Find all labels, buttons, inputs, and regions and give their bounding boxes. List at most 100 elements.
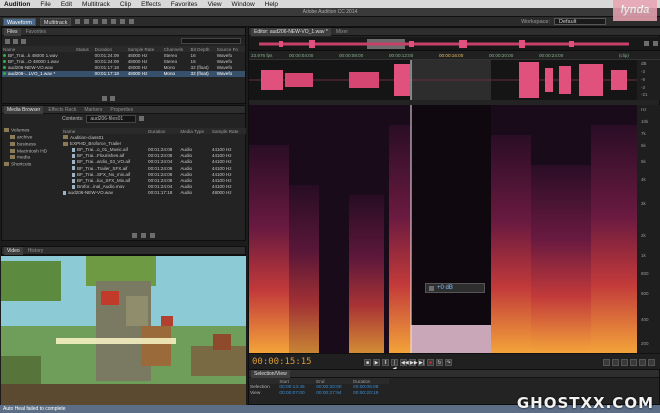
media-table: Name Duration Media Type Sample Rate Aud… <box>62 128 246 196</box>
list-item[interactable]: BF_Trai...o_01_Music.aif 00:01:24:08 Audio… <box>62 146 246 152</box>
play-button[interactable]: ▶ <box>373 359 380 366</box>
import-file-icon[interactable] <box>13 38 18 44</box>
go-to-start-button[interactable]: |◀ <box>391 359 398 372</box>
list-item[interactable]: BF_Trai...SFX_No_mix.aif 00:01:24:08 Audio… <box>62 171 246 177</box>
menu-effects[interactable]: Effects <box>141 1 161 8</box>
audio-file-icon <box>72 147 75 152</box>
tab-files[interactable]: Files <box>4 27 21 36</box>
tab-media-browser[interactable]: Media Browser <box>4 105 44 114</box>
rewind-button[interactable]: ◀◀ <box>400 359 409 366</box>
editor-panel: Editor: aud206-NEW-VO_1.wav * Mixer 23.9… <box>248 27 660 372</box>
tab-editor[interactable]: Editor: aud206-NEW-VO_1.wav * <box>251 27 331 36</box>
menu-multitrack[interactable]: Multitrack <box>82 1 110 8</box>
loop-preview-icon[interactable] <box>110 96 115 101</box>
contents-label: Contents: <box>62 115 84 122</box>
list-item[interactable]: BF_Trai...ardio_03_VO.aif 00:01:24:04 Audi… <box>62 159 246 165</box>
menu-window[interactable]: Window <box>232 1 255 8</box>
toolbar: Waveform Multitrack Workspace: Default <box>0 17 660 27</box>
time-ruler[interactable]: 23.976 fps 00:00:04:00 00:00:08:00 00:00… <box>249 51 660 60</box>
tree-item-macintosh-hd[interactable]: Macintosh HD <box>4 148 60 156</box>
view-duration[interactable]: 00:00:20:19 <box>352 390 389 396</box>
zoom-in-icon[interactable] <box>653 41 658 46</box>
tree-item-media[interactable]: media <box>4 155 60 162</box>
zoom-out-time-icon[interactable] <box>630 359 637 366</box>
ruler-mark: 00:00:04:00 <box>289 53 314 58</box>
list-item[interactable]: BF_Trai...lux_SFX_Mix.aif 00:01:24:08 Audi… <box>62 177 246 183</box>
zoom-full-icon[interactable] <box>639 359 646 366</box>
clip-label: (clip) <box>619 53 629 58</box>
menu-clip[interactable]: Clip <box>120 1 131 8</box>
files-panel: Files Favorites Name Status Duration Sam… <box>1 27 246 104</box>
tab-history[interactable]: History <box>25 247 47 255</box>
tab-mixer[interactable]: Mixer <box>333 28 351 36</box>
multitrack-view-button[interactable]: Multitrack <box>39 17 72 26</box>
menu-app[interactable]: Audition <box>4 1 30 8</box>
zoom-out-full-icon[interactable] <box>644 41 649 46</box>
view-end[interactable]: 00:00:27:94 <box>315 390 352 396</box>
files-search-input[interactable] <box>181 38 241 44</box>
add-shortcut-icon[interactable] <box>139 116 145 121</box>
menu-file[interactable]: File <box>40 1 50 8</box>
open-file-icon[interactable] <box>5 38 10 44</box>
tree-item-shortcuts[interactable]: Shortcuts <box>4 162 60 169</box>
go-to-end-button[interactable]: ▶| <box>418 359 425 366</box>
loop-preview-icon[interactable] <box>141 233 146 238</box>
stop-button[interactable]: ■ <box>364 359 371 366</box>
list-item[interactable]: Brofor...inal_Audio.mov 00:01:24:04 Audio 4… <box>62 184 246 190</box>
new-file-icon[interactable] <box>21 38 26 44</box>
tab-video[interactable]: Video <box>4 246 23 255</box>
spot-healing-tool-icon[interactable] <box>129 19 135 24</box>
razor-tool-icon[interactable] <box>84 19 90 24</box>
fast-forward-button[interactable]: ▶▶ <box>409 359 418 366</box>
overview-svg <box>259 39 629 49</box>
tab-favorites[interactable]: Favorites <box>23 28 50 36</box>
zoom-in-time-icon[interactable] <box>621 359 628 366</box>
brush-tool-icon[interactable] <box>120 19 126 24</box>
skip-selection-button[interactable]: ↷ <box>445 359 452 366</box>
menu-help[interactable]: Help <box>265 1 278 8</box>
tree-item-archive[interactable]: archive <box>4 134 60 142</box>
zoom-in-amplitude-icon[interactable] <box>603 359 610 366</box>
pause-button[interactable]: ‖ <box>382 359 389 366</box>
tab-selection-view[interactable]: Selection/View <box>251 369 290 378</box>
hud-volume[interactable]: +0 dB <box>425 283 485 293</box>
workspace-select[interactable]: Default <box>554 18 606 25</box>
auto-play-icon[interactable] <box>150 233 155 238</box>
tree-item-business[interactable]: business <box>4 141 60 149</box>
play-preview-icon[interactable] <box>102 96 107 101</box>
lasso-tool-icon[interactable] <box>111 19 117 24</box>
tab-effects-rack[interactable]: Effects Rack <box>45 106 79 114</box>
play-preview-icon[interactable] <box>132 233 137 238</box>
move-tool-icon[interactable] <box>75 19 81 24</box>
current-time-display[interactable]: 00:00:15:15 <box>252 357 312 367</box>
loop-button[interactable]: ↻ <box>436 359 443 366</box>
overview-waveform[interactable] <box>249 37 660 51</box>
list-item[interactable]: aud206-NEW-VO.wav 00:01:17:18 Audio 48000 H… <box>62 190 246 196</box>
contents-select[interactable]: aud206-files01 <box>86 114 137 123</box>
menu-edit[interactable]: Edit <box>61 1 72 8</box>
ruler-mark: 00:00:08:00 <box>339 53 364 58</box>
list-item[interactable]: BF_Trai...Trailer_SFX.aif 00:01:24:08 Audi… <box>62 165 246 171</box>
record-button[interactable]: ● <box>427 359 434 366</box>
selection-table: Start End Duration Selection 00:00:13:45… <box>249 378 389 396</box>
menu-view[interactable]: View <box>208 1 222 8</box>
ruler-mark: 00:00:24:00 <box>539 53 564 58</box>
tab-properties[interactable]: Properties <box>107 106 136 114</box>
waveform-display[interactable] <box>249 60 637 100</box>
spectral-display[interactable]: +0 dB <box>249 105 637 353</box>
tab-markers[interactable]: Markers <box>81 106 105 114</box>
marquee-tool-icon[interactable] <box>102 19 108 24</box>
menu-favorites[interactable]: Favorites <box>171 1 198 8</box>
view-start[interactable]: 00:00:07:00 <box>278 390 315 396</box>
file-status-icon <box>3 65 6 69</box>
list-item[interactable]: BF_Trai...Flourishes.aif 00:01:24:08 Audio… <box>62 153 246 159</box>
volume-knob-icon[interactable] <box>429 285 434 291</box>
waveform-view-button[interactable]: Waveform <box>3 17 36 26</box>
time-selection-tool-icon[interactable] <box>93 19 99 24</box>
zoom-selection-icon[interactable] <box>648 359 655 366</box>
tree-item-volumes[interactable]: Volumes <box>4 128 60 135</box>
table-row[interactable]: aud206-...LVO_1.wav * 00:01:17:18 48000 H… <box>2 70 245 77</box>
audio-file-icon <box>72 178 75 183</box>
zoom-out-amplitude-icon[interactable] <box>612 359 619 366</box>
volume-icon <box>4 128 9 132</box>
